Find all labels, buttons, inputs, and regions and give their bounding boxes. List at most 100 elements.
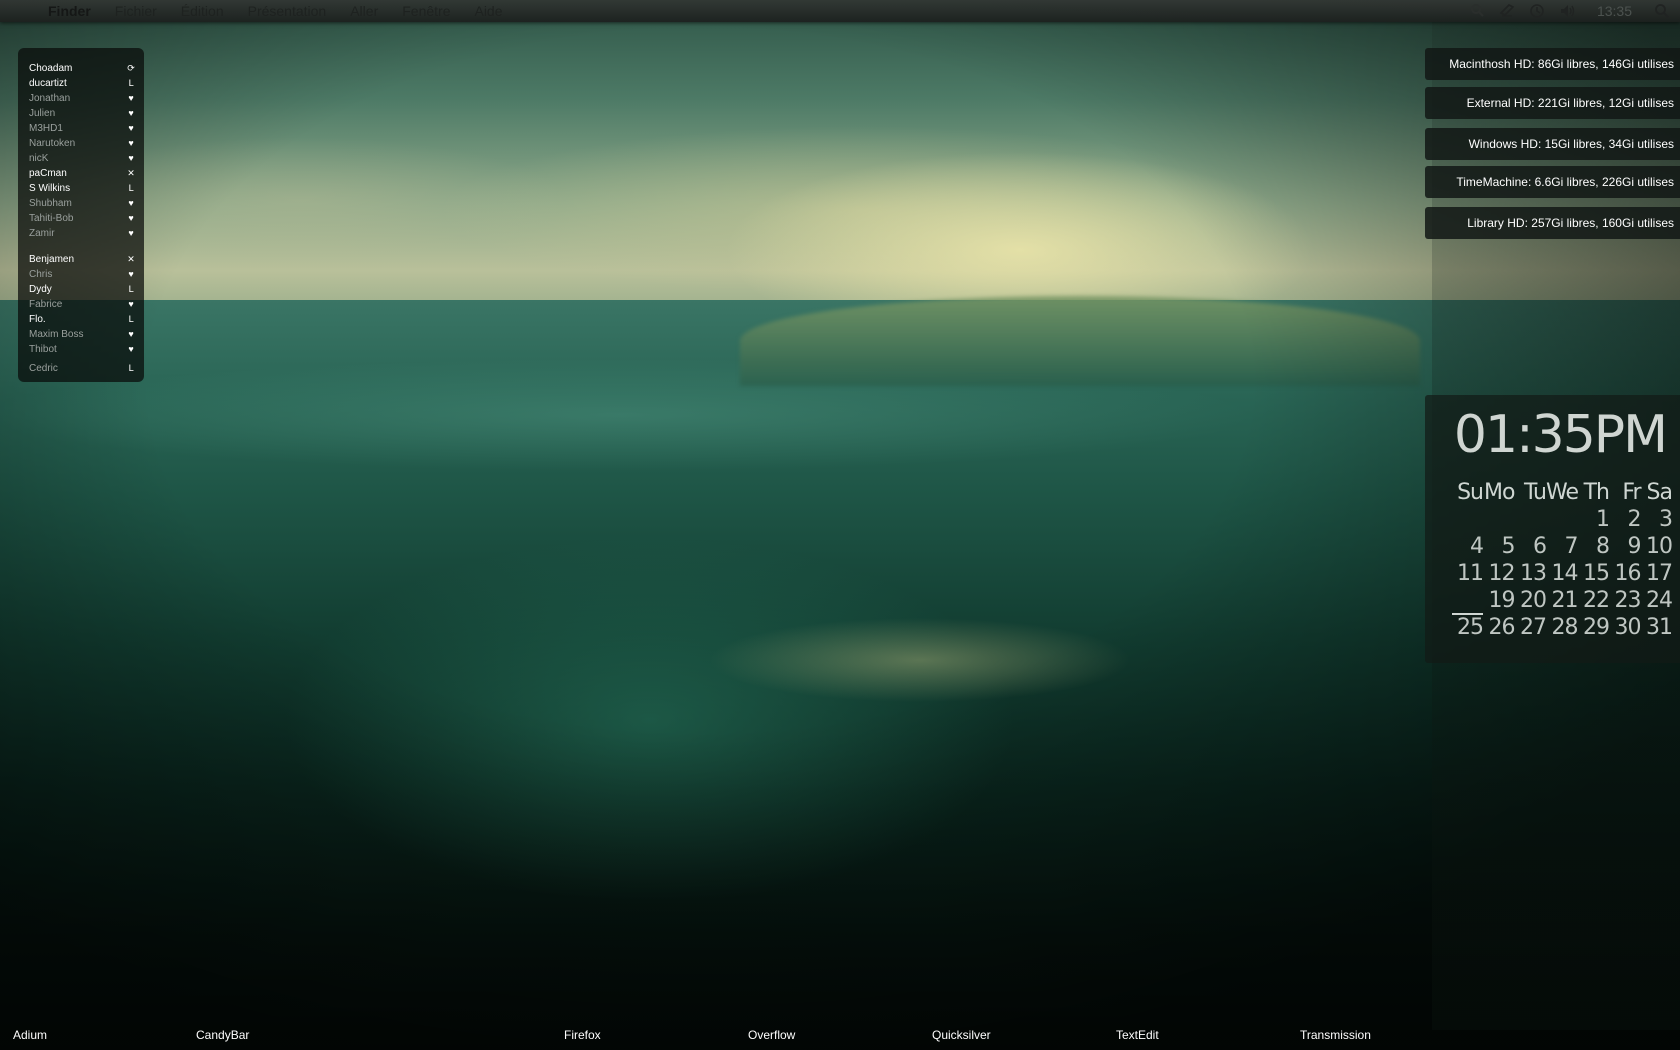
buddy-row[interactable]: Choadam ⟳ xyxy=(29,61,137,75)
buddy-name: Zamir xyxy=(29,227,55,239)
buddy-row[interactable]: Maxim Boss ♥ xyxy=(29,327,137,341)
buddy-row[interactable]: Thibot ♥ xyxy=(29,342,137,356)
buddy-row[interactable]: paCman ✕ xyxy=(29,166,137,180)
menu-bar: Finder Fichier Édition Présentation Alle… xyxy=(0,0,1680,22)
idle-icon: ᒪ xyxy=(128,283,134,294)
menu-aller[interactable]: Aller xyxy=(350,3,378,19)
buddy-row[interactable]: Shubham ♥ xyxy=(29,196,137,210)
buddy-name: Narutoken xyxy=(29,137,76,149)
buddy-row[interactable]: Cedric ᒪ xyxy=(29,361,137,375)
calendar-day: 3 xyxy=(1659,507,1673,532)
buddy-row[interactable]: Narutoken ♥ xyxy=(29,136,137,150)
calendar-day: 1 xyxy=(1596,507,1610,532)
buddy-name: Cedric xyxy=(29,362,58,374)
dock-item-overflow[interactable]: Overflow xyxy=(748,1028,795,1042)
dock-item-quicksilver[interactable]: Quicksilver xyxy=(932,1028,991,1042)
buddy-name: M3HD1 xyxy=(29,122,63,134)
calendar-day xyxy=(1483,507,1515,532)
disk-windows-hd: Windows HD: 15Gi libres, 34Gi utilises xyxy=(1425,128,1680,160)
calendar-week: 11 12 13 14 15 16 17 xyxy=(1452,561,1673,586)
buddy-row[interactable]: Jonathan ♥ xyxy=(29,91,137,105)
calendar-weekday: Fr xyxy=(1622,480,1641,505)
buddy-row[interactable]: M3HD1 ♥ xyxy=(29,121,137,135)
clock-time: 01:35PM xyxy=(1453,405,1668,465)
calendar-day: 28 xyxy=(1551,615,1579,640)
calendar-week: 123 xyxy=(1452,507,1673,532)
calendar-day: 15 xyxy=(1583,561,1610,586)
spotlight-small-icon[interactable] xyxy=(1469,3,1485,19)
menu-edition[interactable]: Édition xyxy=(181,3,224,19)
calendar-day: 13 xyxy=(1520,561,1547,586)
buddy-name: Chris xyxy=(29,268,53,280)
calendar-day: 24 xyxy=(1646,588,1673,613)
time-machine-icon[interactable] xyxy=(1529,3,1545,19)
heart-icon: ♥ xyxy=(128,138,134,148)
heart-icon: ♥ xyxy=(128,198,134,208)
calendar-day: 16 xyxy=(1614,561,1642,586)
dock-item-transmission[interactable]: Transmission xyxy=(1300,1028,1371,1042)
buddy-row[interactable]: Tahiti-Bob ♥ xyxy=(29,211,137,225)
buddy-row[interactable]: Zamir ♥ xyxy=(29,226,137,240)
calendar-day: 21 xyxy=(1551,588,1579,613)
calendar-day: 2 xyxy=(1627,507,1642,532)
heart-icon: ♥ xyxy=(128,153,134,163)
buddy-name: Shubham xyxy=(29,197,72,209)
calendar-day: 23 xyxy=(1614,588,1642,613)
idle-icon: ᒪ xyxy=(128,362,134,373)
dock-item-textedit[interactable]: TextEdit xyxy=(1116,1028,1159,1042)
buddy-row[interactable]: S Wilkins ᒪ xyxy=(29,181,137,195)
menu-aide[interactable]: Aide xyxy=(474,3,502,19)
apple-menu-icon[interactable] xyxy=(20,4,34,18)
script-menu-icon[interactable] xyxy=(1499,3,1515,19)
menu-finder[interactable]: Finder xyxy=(48,3,91,19)
calendar-today: 18 xyxy=(1451,588,1483,615)
menu-fichier[interactable]: Fichier xyxy=(115,3,157,19)
buddy-row[interactable]: Fabrice ♥ xyxy=(29,297,137,311)
buddy-name: Choadam xyxy=(29,62,73,74)
heart-icon: ♥ xyxy=(128,329,134,339)
calendar-day: 12 xyxy=(1488,561,1516,586)
dock: Adium CandyBar Firefox Overflow Quicksil… xyxy=(0,1016,1680,1050)
calendar-weekday: Th xyxy=(1583,480,1610,505)
disk-library-hd: Library HD: 257Gi libres, 160Gi utilises xyxy=(1425,207,1680,239)
menubar-clock[interactable]: 13:35 xyxy=(1597,3,1632,19)
buddy-row[interactable]: Flo. ᒪ xyxy=(29,312,137,326)
buddy-row[interactable]: Benjamen ✕ xyxy=(29,252,137,266)
menu-presentation[interactable]: Présentation xyxy=(248,3,327,19)
calendar-day: 25 xyxy=(1457,615,1484,640)
buddy-row[interactable]: ducartizt ᒪ xyxy=(29,76,137,90)
calendar-week: 18192021222324 xyxy=(1451,588,1673,615)
calendar-day: 7 xyxy=(1564,534,1579,559)
buddy-row[interactable]: Chris ♥ xyxy=(29,267,137,281)
heart-icon: ♥ xyxy=(128,344,134,354)
calendar-day: 10 xyxy=(1646,534,1673,559)
calendar-day: 5 xyxy=(1501,534,1516,559)
dock-item-candybar[interactable]: CandyBar xyxy=(196,1028,249,1042)
calendar-day: 27 xyxy=(1520,615,1547,640)
buddy-row[interactable]: nicK ♥ xyxy=(29,151,137,165)
idle-icon: ᒪ xyxy=(128,313,134,324)
buddy-name: nicK xyxy=(29,152,49,164)
calendar-day: 14 xyxy=(1551,561,1579,586)
dock-item-adium[interactable]: Adium xyxy=(13,1028,47,1042)
close-icon: ✕ xyxy=(127,167,135,178)
calendar-day: 22 xyxy=(1583,588,1610,613)
volume-icon[interactable] xyxy=(1559,3,1575,19)
dock-item-firefox[interactable]: Firefox xyxy=(564,1028,601,1042)
buddy-name: Tahiti-Bob xyxy=(29,212,74,224)
heart-icon: ♥ xyxy=(128,228,134,238)
calendar-day: 17 xyxy=(1646,561,1673,586)
calendar-week: 25 26 27 28 29 30 31 xyxy=(1452,615,1673,640)
calendar-weekday: We xyxy=(1546,480,1579,505)
buddy-row[interactable]: Julien ♥ xyxy=(29,106,137,120)
spotlight-icon[interactable] xyxy=(1654,3,1670,19)
buddy-row[interactable]: Dydy ᒪ xyxy=(29,282,137,296)
calendar-day: 26 xyxy=(1488,615,1516,640)
heart-icon: ♥ xyxy=(128,299,134,309)
close-icon: ✕ xyxy=(127,253,135,264)
calendar-day xyxy=(1452,507,1484,532)
clock-calendar-widget: 01:35PM Su Mo Tu We Th Fr Sa 1 2 3 4 5 6 7 8 9 10 11 12 13… xyxy=(1425,395,1680,663)
menu-fenetre[interactable]: Fenêtre xyxy=(402,3,450,19)
buddy-name: Julien xyxy=(29,107,56,119)
calendar-day: 11 xyxy=(1457,561,1484,586)
